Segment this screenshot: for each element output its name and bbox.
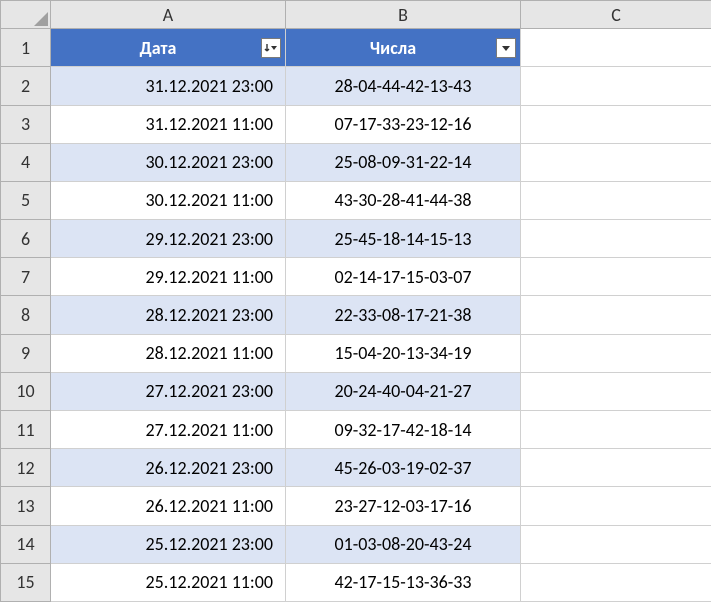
cell[interactable]: [521, 181, 711, 219]
cell-date[interactable]: 29.12.2021 23:00: [51, 220, 286, 258]
chevron-down-icon: [500, 42, 512, 54]
cell[interactable]: [521, 105, 711, 143]
cell-nums[interactable]: 02-14-17-15-03-07: [286, 258, 521, 296]
cell-nums[interactable]: 25-08-09-31-22-14: [286, 143, 521, 181]
table-row: 5 30.12.2021 11:00 43-30-28-41-44-38: [1, 181, 711, 219]
row-header[interactable]: 1: [1, 29, 51, 67]
cell[interactable]: [521, 143, 711, 181]
table-row: 7 29.12.2021 11:00 02-14-17-15-03-07: [1, 258, 711, 296]
cell[interactable]: [521, 411, 711, 449]
cell-date[interactable]: 28.12.2021 23:00: [51, 296, 286, 334]
header-label: Дата: [140, 37, 177, 59]
cell[interactable]: [521, 449, 711, 487]
table-row: 8 28.12.2021 23:00 22-33-08-17-21-38: [1, 296, 711, 334]
cell[interactable]: [521, 258, 711, 296]
row-header[interactable]: 7: [1, 258, 51, 296]
table-row: 10 27.12.2021 23:00 20-24-40-04-21-27: [1, 372, 711, 410]
row-header[interactable]: 6: [1, 220, 51, 258]
cell-nums[interactable]: 07-17-33-23-12-16: [286, 105, 521, 143]
cell[interactable]: [521, 372, 711, 410]
col-header-B[interactable]: B: [286, 1, 521, 29]
cell[interactable]: [521, 487, 711, 525]
col-header-C[interactable]: C: [521, 1, 711, 29]
table-row: 1 Дата Числа: [1, 29, 711, 67]
table-row: 14 25.12.2021 23:00 01-03-08-20-43-24: [1, 525, 711, 563]
row-header[interactable]: 12: [1, 449, 51, 487]
cell-date[interactable]: 30.12.2021 23:00: [51, 143, 286, 181]
cell[interactable]: [521, 29, 711, 67]
row-header[interactable]: 9: [1, 334, 51, 372]
header-label: Числа: [370, 37, 416, 59]
row-header[interactable]: 5: [1, 181, 51, 219]
cell[interactable]: [521, 525, 711, 563]
cell-date[interactable]: 26.12.2021 23:00: [51, 449, 286, 487]
cell-date[interactable]: 27.12.2021 11:00: [51, 411, 286, 449]
cell-date[interactable]: 25.12.2021 11:00: [51, 563, 286, 601]
header-cell-nums[interactable]: Числа: [286, 29, 521, 67]
cell[interactable]: [521, 220, 711, 258]
cell[interactable]: [521, 67, 711, 105]
cell-nums[interactable]: 22-33-08-17-21-38: [286, 296, 521, 334]
table-row: 3 31.12.2021 11:00 07-17-33-23-12-16: [1, 105, 711, 143]
cell-date[interactable]: 29.12.2021 11:00: [51, 258, 286, 296]
row-header[interactable]: 4: [1, 143, 51, 181]
table-row: 2 31.12.2021 23:00 28-04-44-42-13-43: [1, 67, 711, 105]
cell[interactable]: [521, 296, 711, 334]
select-all-corner[interactable]: [1, 1, 51, 29]
cell-date[interactable]: 27.12.2021 23:00: [51, 372, 286, 410]
cell-nums[interactable]: 15-04-20-13-34-19: [286, 334, 521, 372]
cell-nums[interactable]: 43-30-28-41-44-38: [286, 181, 521, 219]
cell-date[interactable]: 31.12.2021 23:00: [51, 67, 286, 105]
column-header-row: A B C: [1, 1, 711, 29]
cell-nums[interactable]: 25-45-18-14-15-13: [286, 220, 521, 258]
cell[interactable]: [521, 563, 711, 601]
row-header[interactable]: 14: [1, 525, 51, 563]
cell-nums[interactable]: 20-24-40-04-21-27: [286, 372, 521, 410]
row-header[interactable]: 10: [1, 372, 51, 410]
cell-nums[interactable]: 42-17-15-13-36-33: [286, 563, 521, 601]
cell[interactable]: [521, 334, 711, 372]
col-header-A[interactable]: A: [51, 1, 286, 29]
header-cell-date[interactable]: Дата: [51, 29, 286, 67]
filter-sort-button[interactable]: [261, 38, 281, 58]
row-header[interactable]: 15: [1, 563, 51, 601]
cell-date[interactable]: 31.12.2021 11:00: [51, 105, 286, 143]
table-row: 12 26.12.2021 23:00 45-26-03-19-02-37: [1, 449, 711, 487]
table-row: 9 28.12.2021 11:00 15-04-20-13-34-19: [1, 334, 711, 372]
sort-descending-icon: [264, 41, 278, 55]
cell-date[interactable]: 25.12.2021 23:00: [51, 525, 286, 563]
cell-nums[interactable]: 01-03-08-20-43-24: [286, 525, 521, 563]
filter-button[interactable]: [496, 38, 516, 58]
cell-date[interactable]: 30.12.2021 11:00: [51, 181, 286, 219]
cell-nums[interactable]: 28-04-44-42-13-43: [286, 67, 521, 105]
row-header[interactable]: 13: [1, 487, 51, 525]
row-header[interactable]: 8: [1, 296, 51, 334]
row-header[interactable]: 2: [1, 67, 51, 105]
table-row: 4 30.12.2021 23:00 25-08-09-31-22-14: [1, 143, 711, 181]
table-row: 15 25.12.2021 11:00 42-17-15-13-36-33: [1, 563, 711, 601]
row-header[interactable]: 11: [1, 411, 51, 449]
cell-nums[interactable]: 23-27-12-03-17-16: [286, 487, 521, 525]
cell-nums[interactable]: 45-26-03-19-02-37: [286, 449, 521, 487]
cell-nums[interactable]: 09-32-17-42-18-14: [286, 411, 521, 449]
table-row: 13 26.12.2021 11:00 23-27-12-03-17-16: [1, 487, 711, 525]
table-row: 6 29.12.2021 23:00 25-45-18-14-15-13: [1, 220, 711, 258]
cell-date[interactable]: 26.12.2021 11:00: [51, 487, 286, 525]
spreadsheet-grid: A B C 1 Дата Числа 2 31.12: [0, 0, 711, 602]
table-row: 11 27.12.2021 11:00 09-32-17-42-18-14: [1, 411, 711, 449]
cell-date[interactable]: 28.12.2021 11:00: [51, 334, 286, 372]
row-header[interactable]: 3: [1, 105, 51, 143]
